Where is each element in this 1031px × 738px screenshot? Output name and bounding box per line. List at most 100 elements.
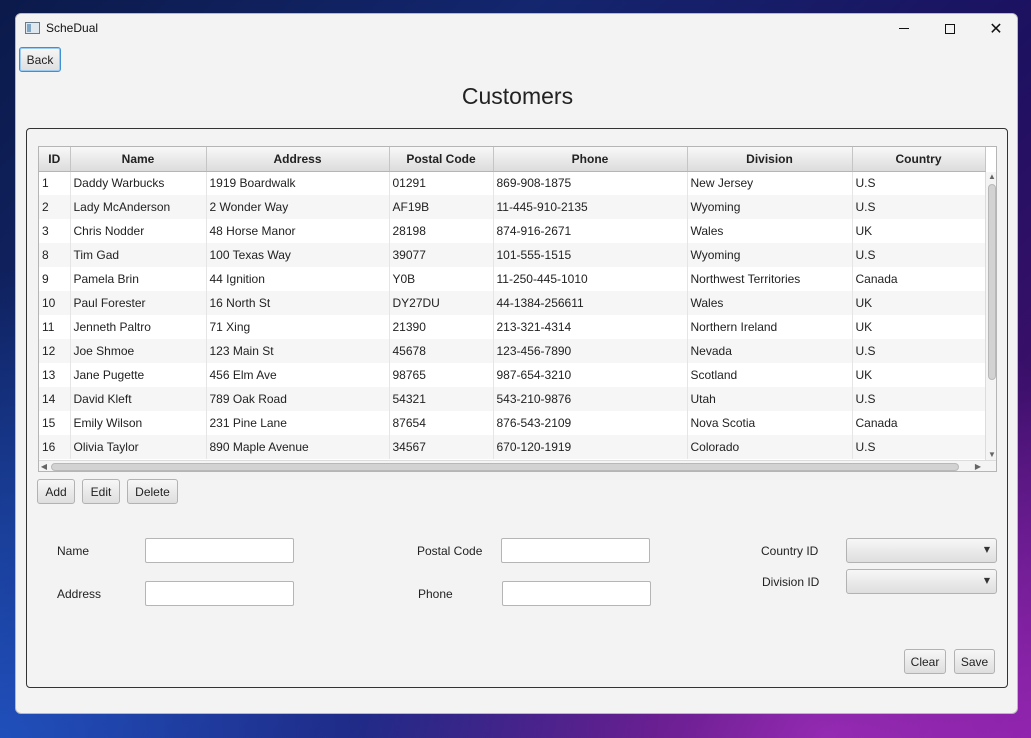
edit-button[interactable]: Edit [82, 479, 120, 504]
name-field[interactable] [145, 538, 294, 563]
customers-table-container: ID Name Address Postal Code Phone Divisi… [38, 146, 997, 472]
maximize-button[interactable] [927, 14, 973, 43]
cell-id: 11 [39, 315, 71, 339]
cell-name: Pamela Brin [70, 267, 207, 291]
phone-field[interactable] [502, 581, 651, 606]
cell-name: Joe Shmoe [70, 339, 207, 363]
cell-id: 13 [39, 363, 71, 387]
close-button[interactable]: ✕ [973, 14, 1017, 43]
cell-address: 2 Wonder Way [206, 195, 390, 219]
cell-country: U.S [852, 339, 986, 363]
cell-name: Lady McAnderson [70, 195, 207, 219]
country-id-label: Country ID [761, 544, 819, 558]
delete-button[interactable]: Delete [127, 479, 178, 504]
column-header-id[interactable]: ID [39, 147, 71, 172]
column-header-phone[interactable]: Phone [493, 147, 688, 172]
cell-id: 15 [39, 411, 71, 435]
cell-postal-code: DY27DU [389, 291, 494, 315]
cell-division: Scotland [687, 363, 853, 387]
column-header-division[interactable]: Division [687, 147, 853, 172]
vertical-scrollbar[interactable]: ▲ ▼ [985, 172, 996, 460]
table-row[interactable]: 3 Chris Nodder 48 Horse Manor 28198 874-916-… [39, 219, 986, 243]
cell-address: 231 Pine Lane [206, 411, 390, 435]
table-header-row: ID Name Address Postal Code Phone Divisi… [39, 147, 986, 172]
cell-division: Nova Scotia [687, 411, 853, 435]
cell-postal-code: 54321 [389, 387, 494, 411]
cell-name: Olivia Taylor [70, 435, 207, 459]
cell-id: 9 [39, 267, 71, 291]
address-field[interactable] [145, 581, 294, 606]
table-row[interactable]: 13 Jane Pugette 456 Elm Ave 98765 987-654-32… [39, 363, 986, 387]
country-id-select[interactable]: ▼ [846, 538, 997, 563]
cell-id: 12 [39, 339, 71, 363]
table-row[interactable]: 9 Pamela Brin 44 Ignition Y0B 11-250-445-101… [39, 267, 986, 291]
column-header-postal-code[interactable]: Postal Code [389, 147, 494, 172]
cell-country: UK [852, 315, 986, 339]
cell-address: 16 North St [206, 291, 390, 315]
chevron-down-icon: ▼ [983, 545, 990, 554]
horizontal-scroll-thumb[interactable] [51, 463, 959, 471]
page-title: Customers [461, 83, 574, 109]
save-button[interactable]: Save [954, 649, 995, 674]
cell-id: 10 [39, 291, 71, 315]
cell-postal-code: Y0B [389, 267, 494, 291]
cell-postal-code: 21390 [389, 315, 494, 339]
cell-id: 8 [39, 243, 71, 267]
clear-button[interactable]: Clear [904, 649, 946, 674]
cell-division: Northwest Territories [687, 267, 853, 291]
cell-address: 1919 Boardwalk [206, 171, 390, 195]
postal-code-field[interactable] [501, 538, 650, 563]
minimize-icon [899, 28, 909, 29]
cell-name: David Kleft [70, 387, 207, 411]
horizontal-scrollbar[interactable]: ◀ ▶ [39, 460, 996, 471]
cell-division: Wyoming [687, 243, 853, 267]
back-button[interactable]: Back [19, 47, 61, 72]
cell-postal-code: 87654 [389, 411, 494, 435]
cell-postal-code: 39077 [389, 243, 494, 267]
chevron-down-icon: ▼ [983, 576, 990, 585]
cell-phone: 874-916-2671 [493, 219, 688, 243]
minimize-button[interactable] [881, 14, 927, 43]
cell-name: Chris Nodder [70, 219, 207, 243]
scroll-right-icon[interactable]: ▶ [973, 461, 983, 471]
cell-address: 890 Maple Avenue [206, 435, 390, 459]
cell-name: Emily Wilson [70, 411, 207, 435]
cell-phone: 213-321-4314 [493, 315, 688, 339]
add-button[interactable]: Add [37, 479, 75, 504]
table-row[interactable]: 14 David Kleft 789 Oak Road 54321 543-210-98… [39, 387, 986, 411]
column-header-country[interactable]: Country [852, 147, 986, 172]
scroll-left-icon[interactable]: ◀ [39, 461, 49, 471]
cell-country: U.S [852, 387, 986, 411]
cell-country: U.S [852, 243, 986, 267]
scroll-up-icon[interactable]: ▲ [986, 172, 996, 182]
cell-postal-code: AF19B [389, 195, 494, 219]
table-row[interactable]: 8 Tim Gad 100 Texas Way 39077 101-555-1515 Wy… [39, 243, 986, 267]
cell-name: Jenneth Paltro [70, 315, 207, 339]
cell-id: 14 [39, 387, 71, 411]
table-row[interactable]: 11 Jenneth Paltro 71 Xing 21390 213-321-4314… [39, 315, 986, 339]
cell-phone: 670-120-1919 [493, 435, 688, 459]
column-header-address[interactable]: Address [206, 147, 390, 172]
scroll-down-icon[interactable]: ▼ [986, 450, 996, 460]
division-id-select[interactable]: ▼ [846, 569, 997, 594]
column-header-name[interactable]: Name [70, 147, 207, 172]
app-window-icon [25, 22, 40, 34]
cell-address: 100 Texas Way [206, 243, 390, 267]
division-id-label: Division ID [762, 575, 820, 589]
table-row[interactable]: 16 Olivia Taylor 890 Maple Avenue 34567 670-… [39, 435, 986, 459]
cell-id: 3 [39, 219, 71, 243]
customers-panel: ID Name Address Postal Code Phone Divisi… [26, 128, 1008, 688]
vertical-scroll-thumb[interactable] [988, 184, 996, 380]
cell-address: 789 Oak Road [206, 387, 390, 411]
app-window: ScheDual ✕ Back Customers ID Name Addres… [15, 13, 1018, 714]
cell-phone: 869-908-1875 [493, 171, 688, 195]
table-row[interactable]: 10 Paul Forester 16 North St DY27DU 44-1384-… [39, 291, 986, 315]
postal-code-label: Postal Code [417, 544, 483, 558]
table-row[interactable]: 2 Lady McAnderson 2 Wonder Way AF19B 11-445-… [39, 195, 986, 219]
name-label: Name [57, 544, 90, 558]
cell-country: U.S [852, 435, 986, 459]
table-row[interactable]: 1 Daddy Warbucks 1919 Boardwalk 01291 869-90… [39, 171, 986, 195]
table-row[interactable]: 15 Emily Wilson 231 Pine Lane 87654 876-543-… [39, 411, 986, 435]
table-row[interactable]: 12 Joe Shmoe 123 Main St 45678 123-456-7890 N… [39, 339, 986, 363]
phone-label: Phone [418, 587, 453, 601]
